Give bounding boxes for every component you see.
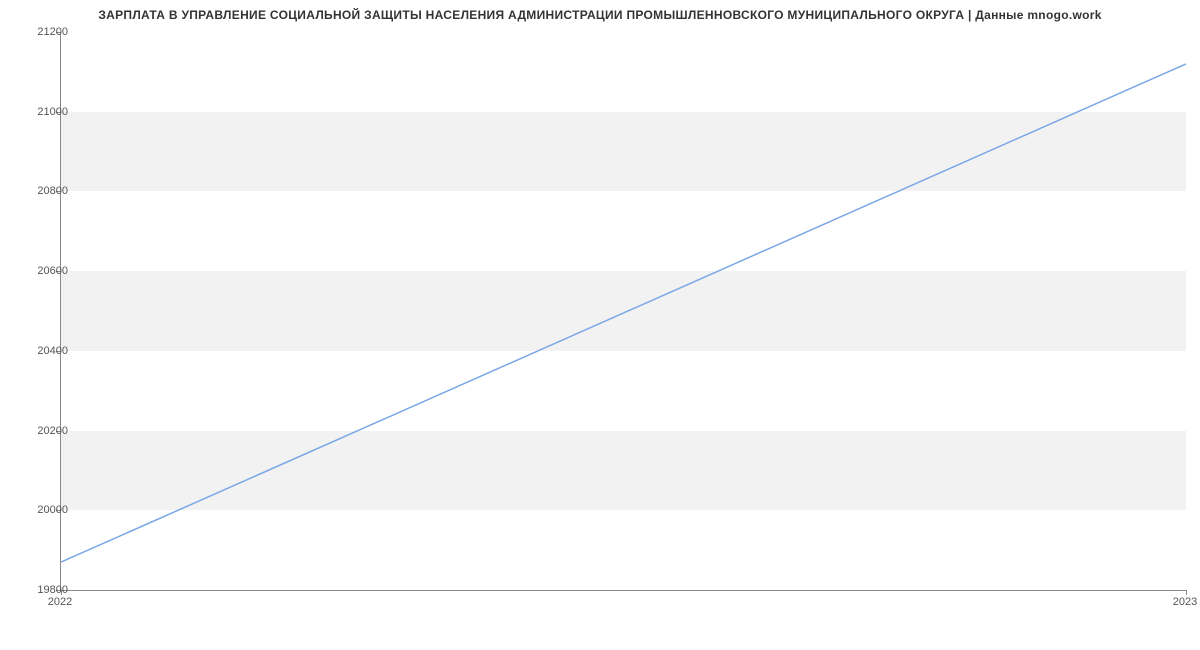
y-tick-label: 20000 [18, 504, 68, 516]
y-tick-label: 20800 [18, 185, 68, 197]
x-tick-label: 2023 [1173, 596, 1197, 608]
data-line [61, 64, 1186, 562]
line-layer [61, 32, 1186, 590]
y-tick-label: 20200 [18, 425, 68, 437]
y-tick-label: 21000 [18, 106, 68, 118]
plot-area [60, 32, 1186, 591]
y-tick-label: 21200 [18, 26, 68, 38]
y-tick-label: 19800 [18, 584, 68, 596]
x-tick-label: 2022 [48, 596, 72, 608]
x-tick-mark [1186, 590, 1187, 595]
chart-container: ЗАРПЛАТА В УПРАВЛЕНИЕ СОЦИАЛЬНОЙ ЗАЩИТЫ … [0, 0, 1200, 620]
y-tick-label: 20400 [18, 345, 68, 357]
y-tick-label: 20600 [18, 265, 68, 277]
chart-title: ЗАРПЛАТА В УПРАВЛЕНИЕ СОЦИАЛЬНОЙ ЗАЩИТЫ … [0, 8, 1200, 22]
